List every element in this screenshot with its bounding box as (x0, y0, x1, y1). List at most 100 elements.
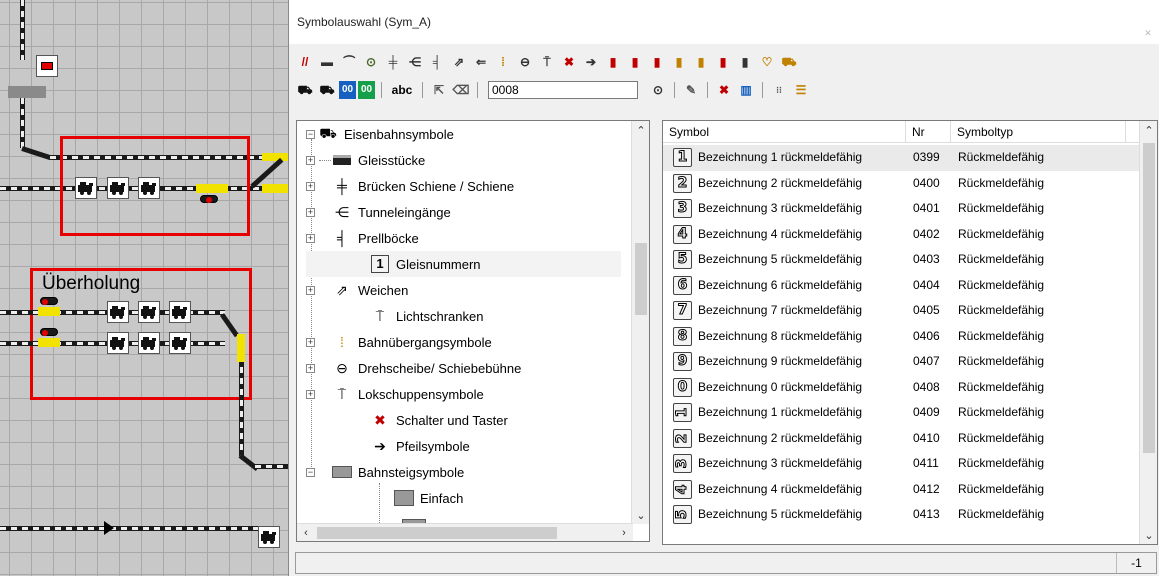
tree-item-bahnuebergang[interactable]: + ⁞ Bahnübergangsymbole (306, 329, 492, 355)
tunnel-entrance-icon[interactable]: ⋲ (405, 53, 425, 71)
train-tile[interactable] (107, 332, 129, 354)
scroll-thumb[interactable] (317, 527, 557, 539)
car-icon[interactable]: ⛟ (779, 53, 799, 71)
list-item[interactable]: 2 Bezeichnung 2 rückmeldefähig 0400 Rückmel… (663, 171, 1141, 197)
tree-item-eisenbahnsymbole[interactable]: − ⛟ Eisenbahnsymbole (306, 121, 454, 147)
tree-item-pfeilsymbole[interactable]: ➔ Pfeilsymbole (306, 433, 470, 459)
list-view-icon[interactable]: ☰ (791, 81, 811, 99)
expand-icon[interactable]: + (306, 233, 315, 243)
list-item[interactable]: 1 Bezeichnung 1 rückmeldefähig 0399 Rückmel… (663, 145, 1141, 171)
list-item[interactable]: 8 Bezeichnung 8 rückmeldefähig 0406 Rückmel… (663, 324, 1141, 350)
tunnel-icon[interactable]: ⊙ (361, 53, 381, 71)
straight-track-icon[interactable]: ▬ (317, 53, 337, 71)
buffer-stop-icon[interactable]: ╡ (427, 53, 447, 71)
eraser-icon[interactable]: ⌫ (451, 81, 471, 99)
binoculars-icon[interactable]: ⊙ (648, 81, 668, 99)
expand-icon[interactable]: + (306, 363, 315, 373)
expand-icon[interactable]: + (306, 181, 315, 191)
tree-item-lokschuppen[interactable]: + ⍑ Lokschuppensymbole (306, 381, 484, 407)
edit-icon[interactable]: ✎ (681, 81, 701, 99)
collapse-icon[interactable]: − (306, 129, 315, 139)
symbol-list[interactable]: Symbol Nr Symboltyp 1 Bezeichnung 1 rückm… (662, 120, 1158, 545)
switch-left-icon[interactable]: ⇐ (471, 53, 491, 71)
tree-item-bruecken[interactable]: + ╪ Brücken Schiene / Schiene (306, 173, 514, 199)
signal-icon[interactable]: ▮ (691, 53, 711, 71)
turntable-icon[interactable]: ⊖ (515, 53, 535, 71)
number-input[interactable]: 0008 (488, 81, 638, 99)
scroll-down-icon[interactable]: ⌄ (632, 506, 649, 524)
tree-item-lichtschranken[interactable]: ⍑ Lichtschranken (306, 303, 484, 329)
tree-item-weichen[interactable]: + ⇗ Weichen (306, 277, 408, 303)
tree-item-einfach[interactable]: Einfach (306, 485, 463, 511)
list-item[interactable]: 2 Bezeichnung 2 rückmeldefähig 0410 Rückmel… (663, 426, 1141, 452)
list-item[interactable]: 4 Bezeichnung 4 rückmeldefähig 0402 Rückmel… (663, 222, 1141, 248)
tree-item-bahnsteig[interactable]: − Bahnsteigsymbole (306, 459, 464, 485)
tree-item-schalter[interactable]: ✖ Schalter und Taster (306, 407, 508, 433)
expand-icon[interactable]: + (306, 389, 315, 399)
list-item[interactable]: 3 Bezeichnung 3 rückmeldefähig 0411 Rückmel… (663, 451, 1141, 477)
expand-icon[interactable]: + (306, 207, 315, 217)
delete-table-icon[interactable]: ✖ (714, 81, 734, 99)
train-tile[interactable] (258, 526, 280, 548)
column-header-symbol[interactable]: Symbol (663, 121, 906, 143)
scroll-thumb[interactable] (635, 243, 647, 315)
tracks-tool-icon[interactable]: // (295, 53, 315, 71)
train-tile[interactable] (169, 301, 191, 323)
scroll-up-icon[interactable]: ⌃ (1140, 121, 1157, 139)
scroll-thumb[interactable] (1143, 143, 1155, 453)
track-plan-canvas[interactable]: Überholung (0, 0, 288, 576)
zeros-icon[interactable]: 00 (358, 81, 375, 99)
train-tile[interactable] (107, 301, 129, 323)
signal-icon[interactable]: ▮ (625, 53, 645, 71)
arrow-icon[interactable]: ➔ (581, 53, 601, 71)
signal-icon[interactable] (40, 328, 58, 336)
scroll-up-icon[interactable]: ⌃ (632, 121, 649, 139)
signal-icon[interactable]: ▮ (603, 53, 623, 71)
collapse-icon[interactable]: − (306, 467, 315, 477)
list-item[interactable]: 7 Bezeichnung 7 rückmeldefähig 0405 Rückmel… (663, 298, 1141, 324)
signal-icon[interactable]: ▮ (735, 53, 755, 71)
tree-item-gleisstuecke[interactable]: + Gleisstücke (306, 147, 425, 173)
train-tile[interactable] (169, 332, 191, 354)
scroll-right-icon[interactable]: › (615, 524, 633, 541)
text-tool-button[interactable]: abc (388, 81, 416, 99)
crossing-track-icon[interactable]: ╪ (383, 53, 403, 71)
list-item[interactable]: 5 Bezeichnung 5 rückmeldefähig 0403 Rückmel… (663, 247, 1141, 273)
expand-icon[interactable]: + (306, 285, 315, 295)
switch-button-icon[interactable]: ✖ (559, 53, 579, 71)
signal-icon[interactable] (40, 297, 58, 305)
tree-item-gleisnummern[interactable]: 1 Gleisnummern (306, 251, 621, 277)
light-barrier-icon[interactable]: ⍑ (537, 53, 557, 71)
expand-icon[interactable]: + (306, 337, 315, 347)
tree-item-prellboecke[interactable]: + ╡ Prellböcke (306, 225, 419, 251)
pointer-icon[interactable]: ⇱ (429, 81, 449, 99)
expand-icon[interactable]: + (306, 155, 315, 165)
column-header-nr[interactable]: Nr (906, 121, 951, 143)
wagon-icon[interactable]: ⛟ (317, 81, 337, 99)
switch-right-icon[interactable]: ⇗ (449, 53, 469, 71)
list-item[interactable]: 3 Bezeichnung 3 rückmeldefähig 0401 Rückmel… (663, 196, 1141, 222)
number-list-icon[interactable]: ⁝⁝ (769, 81, 789, 99)
list-item[interactable]: 0 Bezeichnung 0 rückmeldefähig 0408 Rückmel… (663, 375, 1141, 401)
bridge-icon[interactable]: ⏜ (339, 53, 359, 71)
list-item[interactable]: 9 Bezeichnung 9 rückmeldefähig 0407 Rückmel… (663, 349, 1141, 375)
level-crossing-icon[interactable]: ⁞ (493, 53, 513, 71)
tree-horizontal-scrollbar[interactable]: ‹ › (297, 523, 633, 541)
table-icon[interactable]: ▥ (736, 81, 756, 99)
tree-item-drehscheibe[interactable]: + ⊖ Drehscheibe/ Schiebebühne (306, 355, 521, 381)
zeros-icon[interactable]: 00 (339, 81, 356, 99)
scroll-left-icon[interactable]: ‹ (297, 524, 315, 541)
list-item[interactable]: 1 Bezeichnung 1 rückmeldefähig 0409 Rückmel… (663, 400, 1141, 426)
list-item[interactable]: 6 Bezeichnung 6 rückmeldefähig 0404 Rückmel… (663, 273, 1141, 299)
column-header-typ[interactable]: Symboltyp (951, 121, 1126, 143)
list-item[interactable]: 5 Bezeichnung 5 rückmeldefähig 0413 Rückmel… (663, 502, 1141, 528)
signal-icon[interactable]: ▮ (669, 53, 689, 71)
heart-icon[interactable]: ♡ (757, 53, 777, 71)
list-vertical-scrollbar[interactable]: ⌃ ⌄ (1139, 121, 1157, 544)
signal-icon[interactable]: ▮ (713, 53, 733, 71)
scroll-down-icon[interactable]: ⌄ (1140, 526, 1157, 544)
locomotive-icon[interactable]: ⛟ (295, 81, 315, 99)
tree-vertical-scrollbar[interactable]: ⌃ ⌄ (631, 121, 649, 524)
close-icon[interactable]: ✕ (1141, 28, 1155, 40)
symbol-category-tree[interactable]: − ⛟ Eisenbahnsymbole + Gleisstücke + ╪ B… (296, 120, 650, 542)
